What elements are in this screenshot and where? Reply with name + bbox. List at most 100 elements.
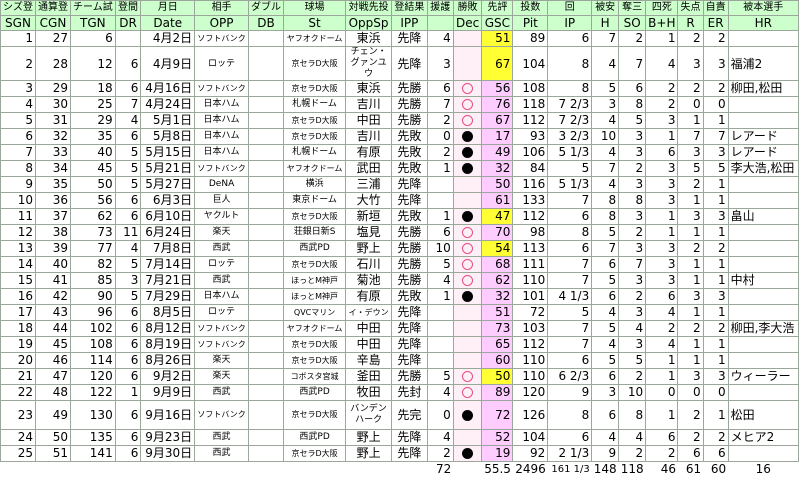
cell-dec — [453, 337, 482, 353]
cell-dr: 6 — [115, 369, 141, 385]
cell-sup: 5 — [427, 257, 453, 273]
total-tgn — [71, 462, 116, 477]
cell-hr: ウィーラー — [728, 369, 798, 385]
cell-opp: ソフトバンク — [195, 161, 249, 177]
cell-ipp: 先敗 — [392, 161, 428, 177]
win-circle-icon — [462, 275, 473, 286]
cell-r: 3 — [678, 289, 703, 305]
cell-so: 2 — [619, 225, 646, 241]
cell-cgn: 34 — [36, 161, 71, 177]
cell-so: 5 — [619, 353, 646, 369]
cell-opp: 日本ハム — [195, 145, 249, 161]
cell-oppsp: 塩見 — [346, 225, 392, 241]
cell-oppsp: 中田 — [346, 113, 392, 129]
header-top-sup: 援護 — [427, 1, 453, 16]
cell-opp: 日本ハム — [195, 113, 249, 129]
cell-hr — [728, 353, 798, 369]
cell-opp: 西武 — [195, 273, 249, 289]
cell-st: 荘銀日新S — [284, 225, 346, 241]
header-top-pit: 投数 — [513, 1, 548, 16]
table-row: 6323565月8日日本ハム京セラD大阪吉川先敗017933 2/3103177… — [1, 129, 799, 145]
cell-cgn: 29 — [36, 81, 71, 97]
cell-bh: 3 — [646, 241, 678, 257]
cell-date: 7月14日 — [141, 257, 195, 273]
cell-sgn: 25 — [1, 446, 36, 462]
win-circle-icon — [462, 227, 473, 238]
cell-db — [249, 113, 284, 129]
cell-st: 札幌ドーム — [284, 97, 346, 113]
cell-so: 7 — [619, 257, 646, 273]
cell-tgn: 62 — [71, 209, 116, 225]
table-row: 13397747月8日西武西武PD野上先勝1054113673322 — [1, 241, 799, 257]
win-circle-icon — [462, 259, 473, 270]
cell-pit: 110 — [513, 353, 548, 369]
cell-sup — [427, 177, 453, 193]
cell-oppsp: バンデンハーク — [346, 401, 392, 430]
cell-sgn: 3 — [1, 81, 36, 97]
cell-opp: 巨人 — [195, 193, 249, 209]
cell-st: QVCマリン — [284, 305, 346, 321]
cell-ip: 5 1/3 — [548, 145, 592, 161]
cell-pit: 101 — [513, 289, 548, 305]
cell-dr: 6 — [115, 337, 141, 353]
cell-sup — [427, 353, 453, 369]
cell-sup — [427, 193, 453, 209]
cell-ip: 7 2/3 — [548, 97, 592, 113]
cell-er: 1 — [703, 193, 728, 209]
cell-r: 1 — [678, 305, 703, 321]
cell-sgn: 9 — [1, 177, 36, 193]
cell-so: 2 — [619, 446, 646, 462]
cell-hr: 松田 — [728, 401, 798, 430]
cell-oppsp: 菊池 — [346, 273, 392, 289]
cell-opp: ソフトバンク — [195, 401, 249, 430]
cell-sgn: 23 — [1, 401, 36, 430]
cell-date: 4月9日 — [141, 47, 195, 81]
cell-r: 1 — [678, 353, 703, 369]
cell-ipp: 先敗 — [392, 145, 428, 161]
pitching-log-table: シズ登通算登チーム試登間月日相手ダブル球場対戦先投登結果援護勝敗先評投数回被安奪… — [0, 0, 799, 477]
cell-oppsp: 有原 — [346, 145, 392, 161]
cell-cgn: 41 — [36, 273, 71, 289]
cell-db — [249, 430, 284, 446]
cell-sup: 2 — [427, 113, 453, 129]
cell-h: 5 — [592, 353, 619, 369]
cell-er: 3 — [703, 369, 728, 385]
cell-r: 2 — [678, 430, 703, 446]
table-row: 214712069月2日楽天コボスタ宮城釜田先勝5501106 2/362133… — [1, 369, 799, 385]
cell-h: 3 — [592, 97, 619, 113]
cell-tgn: 114 — [71, 353, 116, 369]
cell-oppsp: 釜田 — [346, 369, 392, 385]
cell-so: 8 — [619, 193, 646, 209]
cell-cgn: 46 — [36, 353, 71, 369]
cell-opp: 西武 — [195, 446, 249, 462]
win-circle-icon — [462, 115, 473, 126]
cell-db — [249, 129, 284, 145]
cell-dr: 5 — [115, 145, 141, 161]
cell-bh: 2 — [646, 321, 678, 337]
cell-st: 京セラD大阪 — [284, 209, 346, 225]
cell-hr — [728, 113, 798, 129]
cell-sup: 4 — [427, 385, 453, 401]
cell-pit: 84 — [513, 161, 548, 177]
cell-tgn: 56 — [71, 193, 116, 209]
cell-r: 2 — [678, 401, 703, 430]
cell-hr — [728, 177, 798, 193]
cell-dr: 6 — [115, 305, 141, 321]
cell-db — [249, 193, 284, 209]
cell-pit: 98 — [513, 225, 548, 241]
cell-dec — [453, 353, 482, 369]
header-top-sgn: シズ登 — [1, 1, 36, 16]
cell-gsc: 19 — [482, 446, 513, 462]
header-sub-hr: HR — [728, 16, 798, 31]
win-circle-icon — [462, 387, 473, 398]
header-sub-date: Date — [141, 16, 195, 31]
cell-sup: 5 — [427, 369, 453, 385]
cell-bh: 6 — [646, 145, 678, 161]
cell-pit: 104 — [513, 430, 548, 446]
total-ip: 161 1/3 — [548, 462, 592, 477]
cell-gsc: 60 — [482, 353, 513, 369]
cell-sgn: 11 — [1, 209, 36, 225]
header-sub-cgn: CGN — [36, 16, 71, 31]
cell-bh: 2 — [646, 97, 678, 113]
cell-so: 3 — [619, 273, 646, 289]
